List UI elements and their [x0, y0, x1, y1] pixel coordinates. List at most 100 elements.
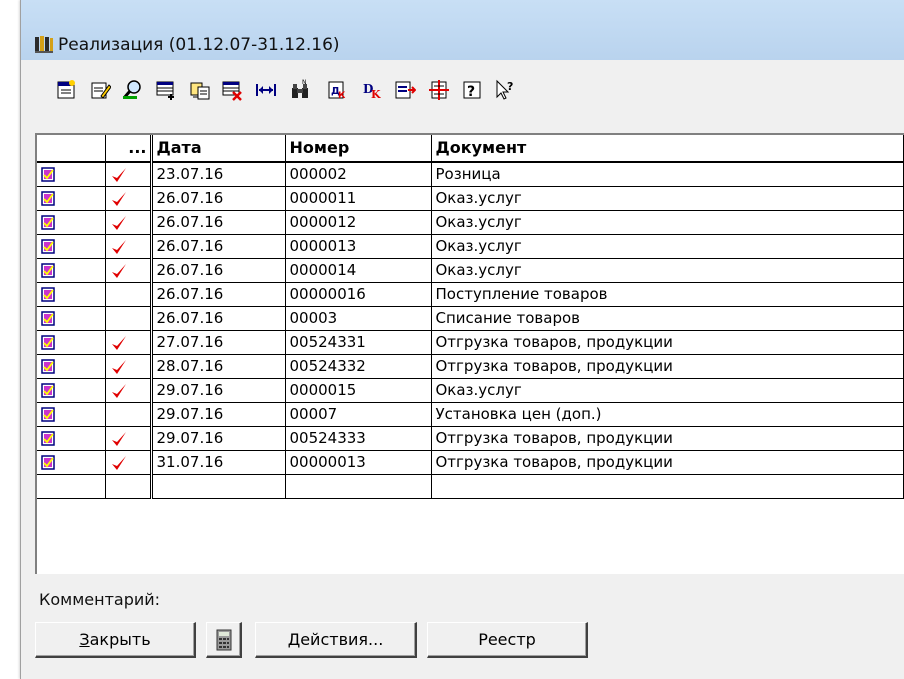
- document-icon: [41, 335, 55, 350]
- toolbar-button-13[interactable]: ?: [460, 78, 484, 102]
- row-document: Оказ.услуг: [431, 234, 904, 259]
- toolbar-button-10[interactable]: DK: [359, 78, 383, 102]
- toolbar-button-1[interactable]: [54, 78, 78, 102]
- table-row[interactable]: 26.07.16 0000011 Оказ.услуг: [37, 186, 904, 211]
- row-number: 0000015: [285, 378, 432, 403]
- table-row[interactable]: 26.07.16 0000014 Оказ.услуг: [37, 258, 904, 283]
- table-row[interactable]: 29.07.16 00524333 Отгрузка товаров, продук…: [37, 426, 904, 451]
- posted-check-icon: [111, 335, 126, 350]
- row-document: Отгрузка товаров, продукции: [431, 330, 904, 355]
- row-doc-icon-cell: [37, 234, 106, 259]
- filter-icon: [395, 81, 416, 99]
- empty-row: [37, 474, 904, 499]
- toolbar-button-9[interactable]: ДК: [325, 78, 349, 102]
- title-bar[interactable]: Реализация (01.12.07-31.12.16): [21, 0, 904, 61]
- row-date: 29.07.16: [151, 378, 286, 403]
- document-icon: [41, 239, 55, 254]
- row-posted-cell: [105, 354, 153, 379]
- row-document: Оказ.услуг: [431, 378, 904, 403]
- posted-check-icon: [111, 239, 126, 254]
- search-icon: [122, 80, 141, 99]
- toolbar-button-4[interactable]: [154, 78, 178, 102]
- calculator-button[interactable]: [206, 622, 242, 658]
- document-icon: [41, 455, 55, 470]
- toolbar-button-5[interactable]: [188, 78, 212, 102]
- posted-check-icon: [111, 215, 126, 230]
- svg-text:N: N: [302, 79, 307, 86]
- fit-width-icon: [256, 84, 276, 96]
- add-row-icon: [156, 81, 174, 100]
- document-icon: [41, 383, 55, 398]
- row-date: 26.07.16: [151, 258, 286, 283]
- journal-window: Реализация (01.12.07-31.12.16) N Д К D K?? .…: [20, 0, 904, 679]
- posted-check-icon: [111, 455, 126, 470]
- table-row[interactable]: 29.07.16 00007 Установка цен (доп.): [37, 402, 904, 427]
- row-doc-icon-cell: [37, 450, 106, 475]
- row-doc-icon-cell: [37, 306, 106, 331]
- row-posted-cell: [105, 210, 153, 235]
- table-row[interactable]: 26.07.16 00000016 Поступление товаров: [37, 282, 904, 307]
- grid-body: 23.07.16 000002 Розница 26.07.16 0000011 Оказ…: [37, 162, 904, 499]
- table-row[interactable]: 31.07.16 00000013 Отгрузка товаров, продук…: [37, 450, 904, 475]
- table-row[interactable]: 28.07.16 00524332 Отгрузка товаров, продук…: [37, 354, 904, 379]
- column-header-number[interactable]: Номер: [285, 135, 432, 163]
- column-header-icon[interactable]: [37, 135, 106, 163]
- row-date: 26.07.16: [151, 210, 286, 235]
- posted-check-icon: [111, 431, 126, 446]
- actions-button[interactable]: Действия...: [255, 622, 417, 658]
- document-icon: [41, 215, 55, 230]
- row-document: Поступление товаров: [431, 282, 904, 307]
- post-document-icon: ДК: [328, 81, 346, 101]
- registry-button[interactable]: Реестр: [427, 622, 588, 658]
- row-doc-icon-cell: [37, 210, 106, 235]
- toolbar-button-7[interactable]: [254, 78, 278, 102]
- structure-icon: [429, 80, 449, 100]
- row-number: 000002: [285, 162, 432, 187]
- toolbar-button-14[interactable]: ?: [493, 78, 517, 102]
- column-header-document[interactable]: Документ: [431, 135, 904, 163]
- header-row: ... Дата Номер Документ: [37, 135, 904, 163]
- edit-document-icon: [91, 82, 111, 99]
- table-row[interactable]: 26.07.16 0000012 Оказ.услуг: [37, 210, 904, 235]
- toolbar-button-11[interactable]: [393, 78, 417, 102]
- posted-check-icon: [111, 167, 126, 182]
- svg-text:К: К: [338, 91, 346, 101]
- table-row[interactable]: 26.07.16 00003 Списание товаров: [37, 306, 904, 331]
- table-row[interactable]: 26.07.16 0000013 Оказ.услуг: [37, 234, 904, 259]
- toolbar-button-12[interactable]: [427, 78, 451, 102]
- empty-cell: [431, 474, 904, 499]
- row-date: 31.07.16: [151, 450, 286, 475]
- column-header-flag[interactable]: ...: [105, 135, 153, 163]
- row-number: 00524333: [285, 426, 432, 451]
- toolbar-button-2[interactable]: [88, 78, 112, 102]
- posted-check-icon: [111, 359, 126, 374]
- toolbar-button-6[interactable]: [220, 78, 244, 102]
- row-number: 00000016: [285, 282, 432, 307]
- table-row[interactable]: 23.07.16 000002 Розница: [37, 162, 904, 187]
- toolbar-button-8[interactable]: N: [288, 78, 312, 102]
- posted-check-icon: [111, 191, 126, 206]
- column-header-date[interactable]: Дата: [151, 135, 286, 163]
- document-icon: [41, 191, 55, 206]
- empty-cell: [37, 474, 106, 499]
- svg-text:?: ?: [507, 80, 513, 93]
- copy-document-icon: [190, 82, 210, 100]
- table-row[interactable]: 29.07.16 0000015 Оказ.услуг: [37, 378, 904, 403]
- row-posted-cell: [105, 306, 153, 331]
- row-number: 0000013: [285, 234, 432, 259]
- toolbar-button-3[interactable]: [121, 78, 145, 102]
- row-posted-cell: [105, 402, 153, 427]
- posted-check-icon: [111, 383, 126, 398]
- row-date: 29.07.16: [151, 426, 286, 451]
- row-posted-cell: [105, 282, 153, 307]
- row-date: 28.07.16: [151, 354, 286, 379]
- table-row[interactable]: 27.07.16 00524331 Отгрузка товаров, продук…: [37, 330, 904, 355]
- row-posted-cell: [105, 162, 153, 187]
- row-date: 26.07.16: [151, 186, 286, 211]
- close-button[interactable]: Закрыть: [35, 622, 196, 658]
- row-doc-icon-cell: [37, 282, 106, 307]
- close-label-rest: акрыть: [89, 630, 151, 649]
- documents-grid[interactable]: ... Дата Номер Документ 23.07.16 000002 Ро…: [35, 133, 904, 574]
- document-icon: [41, 311, 55, 326]
- empty-cell: [285, 474, 432, 499]
